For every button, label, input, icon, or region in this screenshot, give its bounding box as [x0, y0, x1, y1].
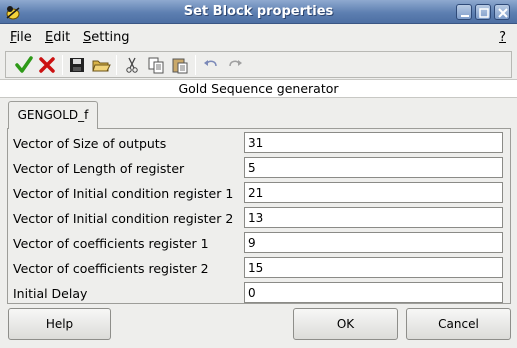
menu-setting[interactable]: Setting [83, 30, 130, 45]
cancel-button[interactable]: Cancel [406, 308, 511, 340]
param-row-coefficients-register-2: Vector of coefficients register 2 [8, 257, 512, 279]
tab-gengold[interactable]: GENGOLD_f [8, 101, 98, 129]
ok-toolbar-button[interactable] [14, 55, 34, 75]
minimize-icon [461, 15, 469, 17]
close-window-button[interactable] [494, 4, 510, 20]
ok-check-icon [15, 56, 33, 73]
toolbar-separator [62, 55, 63, 75]
menu-edit[interactable]: Edit [45, 30, 70, 45]
menu-edit-label: dit [53, 30, 71, 45]
param-label: Vector of Length of register [13, 161, 185, 176]
menu-help[interactable]: ? [499, 30, 506, 45]
menu-setting-label: etting [91, 30, 130, 45]
param-row-length-of-register: Vector of Length of register [8, 157, 512, 179]
undo-icon [204, 60, 217, 67]
cancel-x-icon [39, 57, 55, 73]
param-row-size-of-outputs: Vector of Size of outputs [8, 132, 512, 154]
paste-icon [172, 58, 188, 74]
param-row-initial-condition-register-2: Vector of Initial condition register 2 [8, 207, 512, 229]
param-label: Vector of Size of outputs [13, 136, 167, 151]
undo-toolbar-button[interactable] [201, 55, 221, 75]
maximize-button[interactable] [475, 4, 491, 20]
param-label: Initial Delay [13, 286, 88, 301]
open-folder-icon [92, 60, 111, 72]
initial-condition-register-2-input[interactable] [244, 207, 503, 228]
ok-button[interactable]: OK [293, 308, 398, 340]
param-label: Vector of coefficients register 2 [13, 261, 209, 276]
help-button[interactable]: Help [8, 308, 111, 340]
title-bar[interactable]: Set Block properties [0, 0, 517, 24]
open-toolbar-button[interactable] [91, 55, 111, 75]
menu-bar: File Edit Setting ? [0, 25, 517, 49]
minimize-button[interactable] [456, 4, 472, 20]
size-of-outputs-input[interactable] [244, 132, 503, 153]
copy-toolbar-button[interactable] [146, 55, 166, 75]
param-row-initial-condition-register-1: Vector of Initial condition register 1 [8, 182, 512, 204]
coefficients-register-2-input[interactable] [244, 257, 503, 278]
initial-condition-register-1-input[interactable] [244, 182, 503, 203]
cancel-toolbar-button[interactable] [37, 55, 57, 75]
dialog-button-bar: Help OK Cancel [0, 306, 517, 346]
toolbar-separator [195, 55, 196, 75]
coefficients-register-1-input[interactable] [244, 232, 503, 253]
copy-icon [148, 57, 164, 74]
paste-toolbar-button[interactable] [170, 55, 190, 75]
cut-toolbar-button[interactable] [122, 55, 142, 75]
cut-icon [126, 57, 138, 73]
param-row-initial-delay: Initial Delay [8, 282, 512, 304]
param-label: Vector of Initial condition register 2 [13, 211, 234, 226]
initial-delay-input[interactable] [244, 282, 503, 303]
param-row-coefficients-register-1: Vector of coefficients register 1 [8, 232, 512, 254]
parameters-panel: Vector of Size of outputs Vector of Leng… [7, 128, 511, 304]
param-label: Vector of Initial condition register 1 [13, 186, 234, 201]
toolbar [5, 51, 512, 78]
window-title: Set Block properties [183, 4, 334, 19]
toolbar-separator [116, 55, 117, 75]
redo-icon [229, 60, 242, 67]
menu-edit-mnemonic: E [45, 30, 54, 45]
block-description: Gold Sequence generator [0, 79, 517, 98]
param-label: Vector of coefficients register 1 [13, 236, 209, 251]
redo-toolbar-button[interactable] [225, 55, 245, 75]
save-icon [70, 58, 84, 72]
menu-file[interactable]: File [10, 30, 32, 45]
menu-file-label: ile [16, 30, 32, 45]
save-toolbar-button[interactable] [67, 55, 87, 75]
length-of-register-input[interactable] [244, 157, 503, 178]
maximize-icon [479, 8, 489, 18]
close-icon [498, 8, 508, 18]
